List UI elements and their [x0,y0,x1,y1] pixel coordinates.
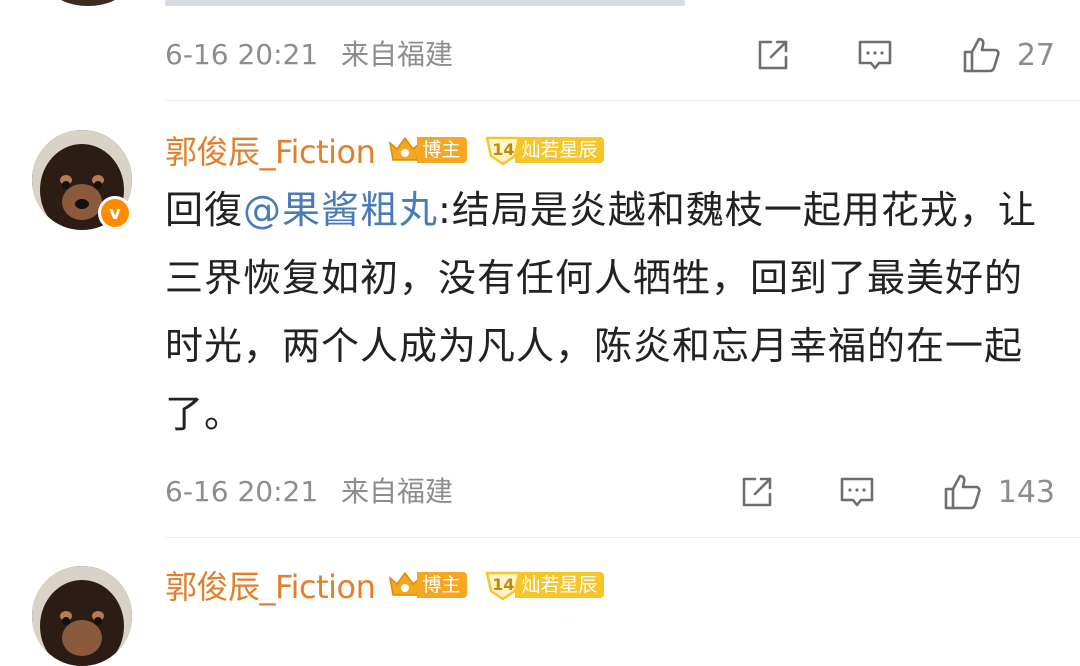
level-number: 14 [492,575,515,594]
comment-body: 回復@果酱粗丸:结局是炎越和魏枝一起用花戎，让三界恢复如初，没有任何人牺牲，回到… [165,176,1045,448]
share-button[interactable] [737,467,777,517]
level-shield-icon: 14 [483,569,523,601]
avatar[interactable] [32,566,132,666]
username[interactable]: 郭俊辰_Fiction [165,127,376,173]
comment-button[interactable] [855,30,895,80]
like-count: 143 [997,474,1055,510]
location-text: 来自福建 [341,475,454,508]
avatar[interactable] [48,0,128,6]
time-text: 6-16 20:21 [165,475,319,508]
username[interactable]: 郭俊辰_Fiction [165,562,376,608]
divider [165,537,1080,538]
comment-meta-row: 6-16 20:21 来自福建 143 [165,467,1055,517]
reply-prefix: 回復 [165,188,244,232]
verified-badge: v [98,196,132,230]
comment-header: 郭俊辰_Fiction 博主 14 灿若星辰 [165,127,605,173]
mention-link[interactable]: @果酱粗丸 [243,188,438,232]
share-icon [742,477,772,507]
comment-button[interactable] [837,467,877,517]
like-button[interactable]: 143 [942,467,1055,517]
cutoff-text [165,0,685,6]
location-text: 来自福建 [341,38,454,71]
like-button[interactable]: 27 [961,30,1055,80]
level-title: 灿若星辰 [515,572,605,598]
comment-meta-row: 6-16 20:21 来自福建 27 [165,30,1055,80]
time-text: 6-16 20:21 [165,38,319,71]
level-title: 灿若星辰 [515,137,605,163]
dog-avatar-image [32,566,132,666]
previous-comment-cutoff [0,0,1080,8]
thumbs-up-icon [963,37,1000,73]
host-badge-label: 博主 [417,137,468,163]
level-number: 14 [492,140,515,159]
level-shield-icon: 14 [483,134,523,166]
comment-icon [840,477,874,507]
verified-mark: v [109,202,121,224]
share-button[interactable] [753,30,793,80]
comment-icon [858,40,892,70]
thumbs-up-icon [944,474,981,510]
host-badge: 博主 [387,569,468,601]
comment-timestamp: 6-16 20:21 来自福建 [165,467,453,517]
host-badge-label: 博主 [417,572,468,598]
like-count: 27 [1016,37,1055,73]
level-badge: 14 灿若星辰 [483,134,605,166]
comment-timestamp: 6-16 20:21 来自福建 [165,30,453,80]
share-icon [758,40,788,70]
divider [165,100,1080,101]
comment-header: 郭俊辰_Fiction 博主 14 灿若星辰 [165,562,605,608]
level-badge: 14 灿若星辰 [483,569,605,601]
host-badge: 博主 [387,134,468,166]
